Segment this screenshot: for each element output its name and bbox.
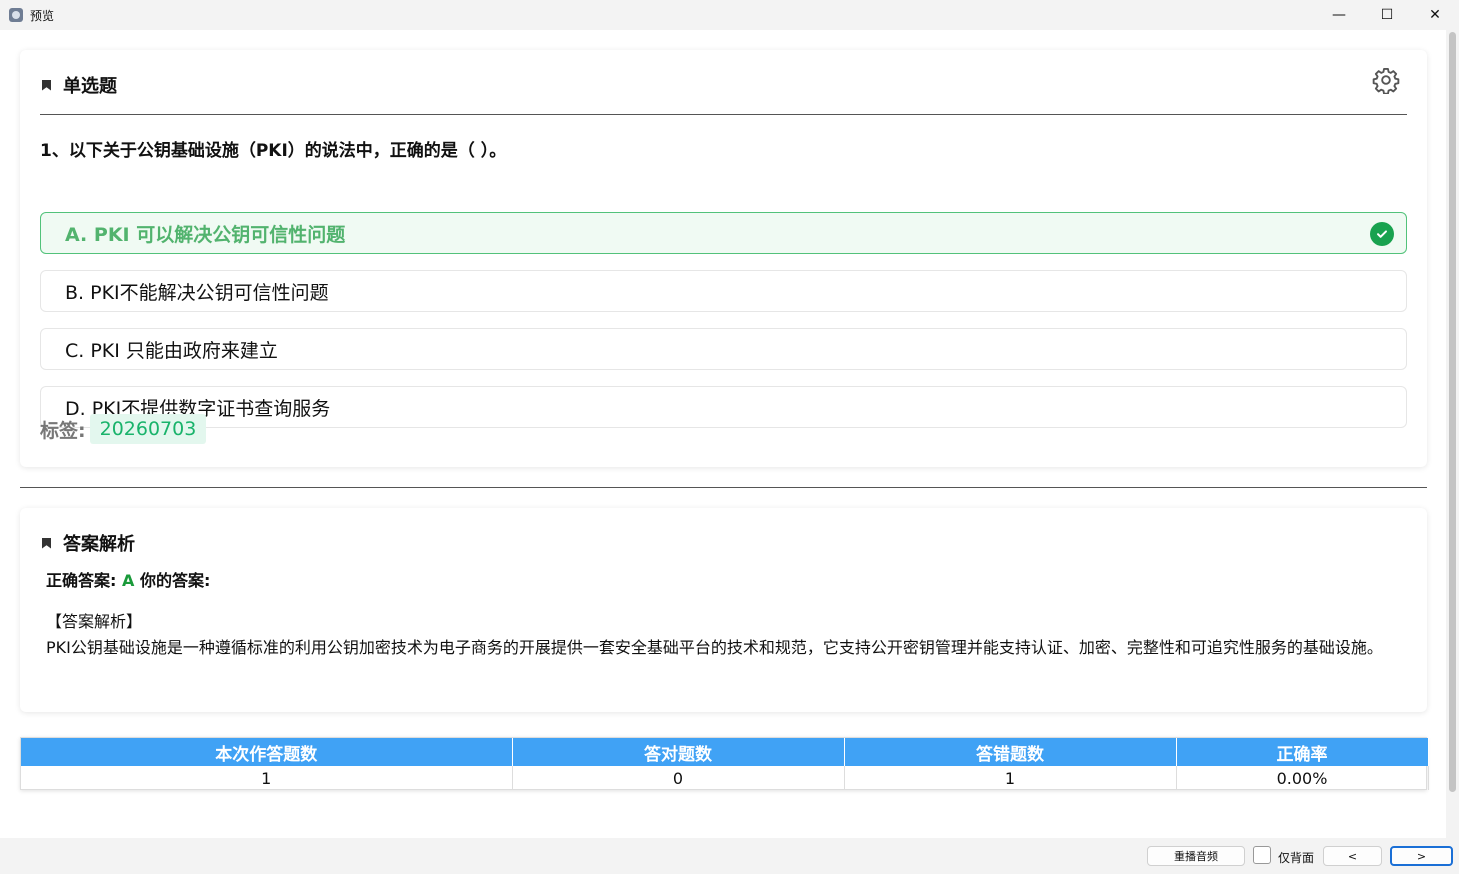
answer-section-header: 答案解析	[42, 530, 135, 556]
app-icon	[9, 8, 23, 22]
stats-header-rate: 正确率	[1176, 738, 1429, 766]
prev-button[interactable]: <	[1323, 846, 1382, 866]
analysis-body: PKI公钥基础设施是一种遵循标准的利用公钥加密技术为电子商务的开展提供一套安全基…	[46, 638, 1383, 657]
replay-audio-button[interactable]: 重播音频	[1147, 846, 1245, 866]
scrollbar-thumb[interactable]	[1449, 32, 1456, 792]
vertical-scrollbar[interactable]	[1447, 30, 1459, 838]
option-c-label: C. PKI 只能由政府来建立	[65, 339, 278, 362]
back-only-label: 仅背面	[1278, 851, 1315, 865]
next-button[interactable]: >	[1390, 846, 1453, 866]
option-a[interactable]: A. PKI 可以解决公钥可信性问题	[40, 212, 1407, 254]
option-b[interactable]: B. PKI不能解决公钥可信性问题	[40, 270, 1407, 312]
bookmark-icon	[42, 537, 51, 549]
stats-header-wrong: 答错题数	[844, 738, 1177, 766]
answer-card: 答案解析 正确答案: A 你的答案: 【答案解析】 PKI公钥基础设施是一种遵循…	[20, 508, 1427, 712]
section-title: 单选题	[63, 76, 117, 97]
tag-badge: 20260703	[89, 414, 207, 444]
question-card: 单选题 1、以下关于公钥基础设施（PKI）的说法中，正确的是（ ）。 A. PK…	[20, 50, 1427, 467]
analysis-text: 【答案解析】 PKI公钥基础设施是一种遵循标准的利用公钥加密技术为电子商务的开展…	[46, 609, 1396, 661]
option-c[interactable]: C. PKI 只能由政府来建立	[40, 328, 1407, 370]
window-title: 预览	[30, 8, 55, 23]
title-bar: 预览 — ☐ ✕	[0, 0, 1459, 30]
close-button[interactable]: ✕	[1411, 0, 1459, 30]
section-title: 答案解析	[63, 534, 135, 555]
maximize-button[interactable]: ☐	[1363, 0, 1411, 30]
back-only-checkbox[interactable]	[1253, 846, 1271, 864]
answer-summary: 正确答案: A 你的答案:	[46, 567, 210, 591]
correct-answer-label: 正确答案:	[46, 571, 117, 590]
stats-value-rate: 0.00%	[1176, 766, 1429, 790]
option-d[interactable]: D. PKI不提供数字证书查询服务	[40, 386, 1407, 428]
minimize-button[interactable]: —	[1315, 0, 1363, 30]
question-text: 1、以下关于公钥基础设施（PKI）的说法中，正确的是（ ）。	[40, 141, 507, 161]
your-answer-label: 你的答案:	[139, 571, 211, 590]
stats-value-answered: 1	[21, 766, 513, 790]
stats-header-row: 本次作答题数 答对题数 答错题数 正确率	[21, 738, 1429, 766]
gear-icon[interactable]	[1372, 66, 1400, 94]
tag-row: 标签: 20260703	[40, 414, 207, 444]
stats-header-answered: 本次作答题数	[21, 738, 513, 766]
option-b-label: B. PKI不能解决公钥可信性问题	[65, 281, 329, 304]
stats-table: 本次作答题数 答对题数 答错题数 正确率 1 0 1 0.00%	[20, 737, 1429, 790]
bookmark-icon	[42, 79, 51, 91]
stats-header-correct: 答对题数	[512, 738, 845, 766]
stats-value-row: 1 0 1 0.00%	[21, 766, 1429, 790]
tag-label: 标签:	[40, 419, 86, 442]
option-a-label: A. PKI 可以解决公钥可信性问题	[65, 223, 346, 246]
main-content: 单选题 1、以下关于公钥基础设施（PKI）的说法中，正确的是（ ）。 A. PK…	[0, 30, 1446, 838]
check-circle-icon	[1370, 222, 1394, 246]
stats-value-wrong: 1	[844, 766, 1177, 790]
section-divider	[20, 487, 1427, 488]
analysis-heading: 【答案解析】	[46, 612, 143, 631]
window-controls: — ☐ ✕	[1315, 0, 1459, 30]
bottom-toolbar: 重播音频 仅背面 < >	[0, 838, 1459, 874]
question-divider	[40, 114, 1407, 115]
stats-value-correct: 0	[512, 766, 845, 790]
correct-answer-value: A	[121, 571, 135, 590]
question-section-header: 单选题	[42, 72, 117, 98]
